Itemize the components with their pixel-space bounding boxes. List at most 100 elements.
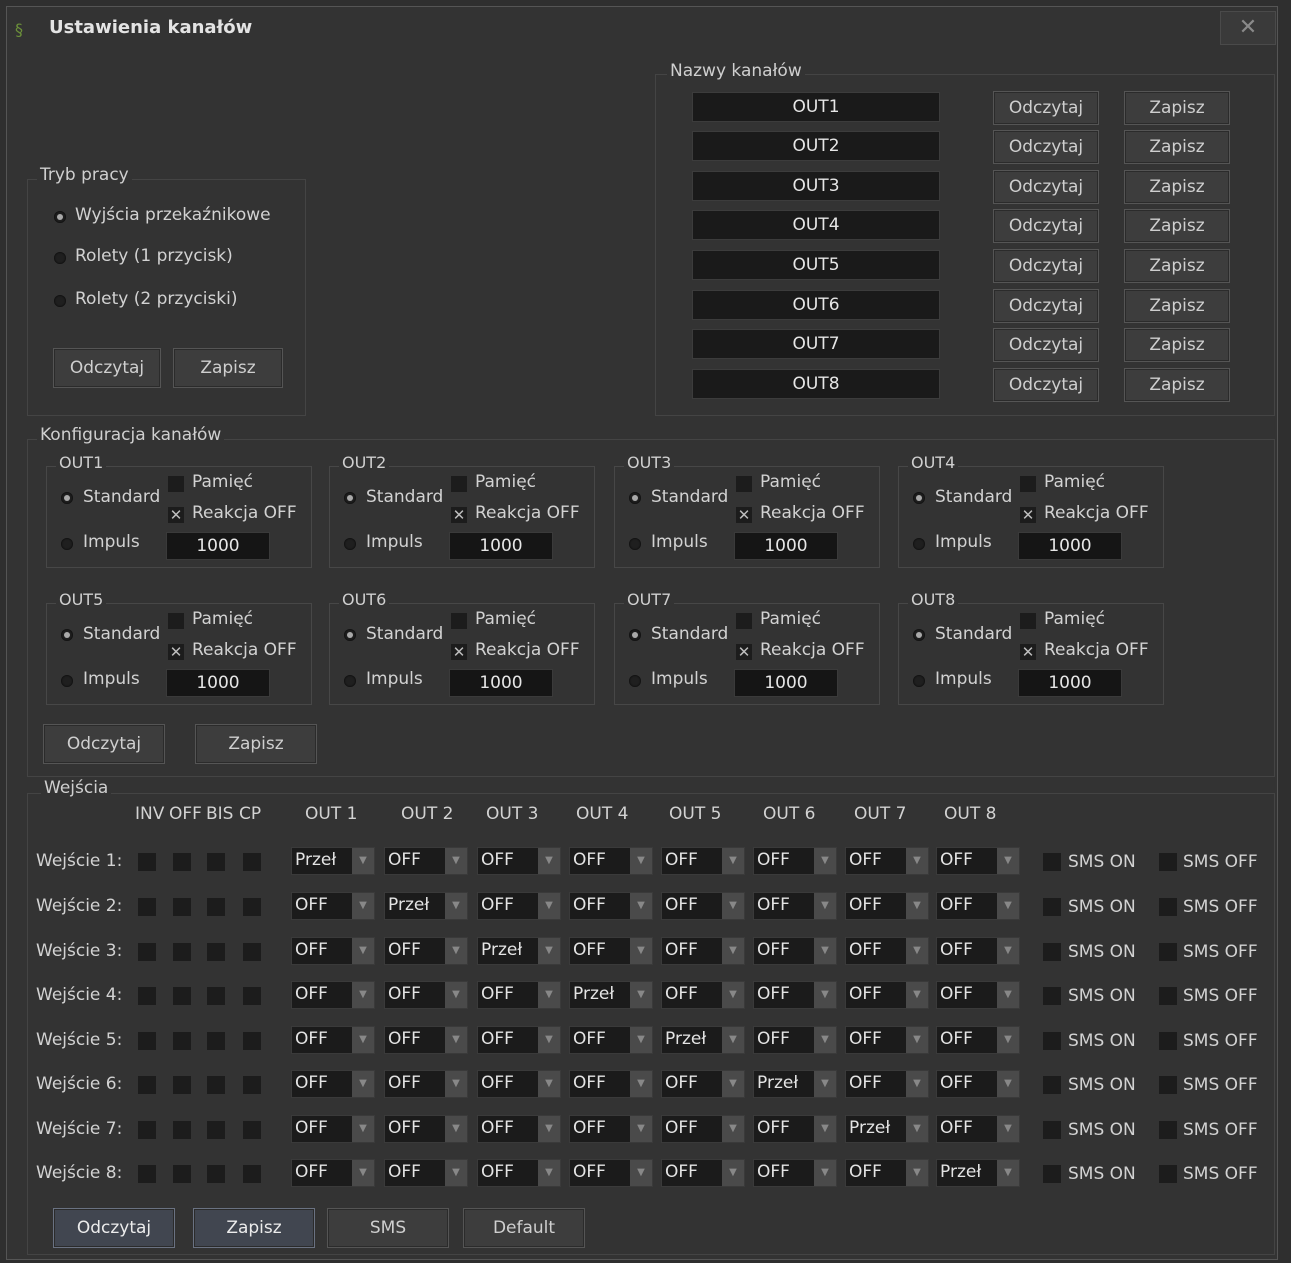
input-flag-checkbox[interactable] xyxy=(173,1076,191,1094)
standard-radio[interactable] xyxy=(61,492,73,504)
input-flag-checkbox[interactable] xyxy=(138,1121,156,1139)
output-action-select[interactable]: OFF ▼ xyxy=(845,1159,929,1187)
chevron-down-icon[interactable]: ▼ xyxy=(997,848,1019,874)
output-action-select[interactable]: OFF ▼ xyxy=(291,1070,375,1098)
chevron-down-icon[interactable]: ▼ xyxy=(630,938,652,964)
input-flag-checkbox[interactable] xyxy=(138,987,156,1005)
chevron-down-icon[interactable]: ▼ xyxy=(906,1071,928,1097)
sms-off-checkbox[interactable] xyxy=(1159,1076,1177,1094)
chevron-down-icon[interactable]: ▼ xyxy=(630,982,652,1008)
chevron-down-icon[interactable]: ▼ xyxy=(722,938,744,964)
chevron-down-icon[interactable]: ▼ xyxy=(538,848,560,874)
chevron-down-icon[interactable]: ▼ xyxy=(538,938,560,964)
output-action-select[interactable]: OFF ▼ xyxy=(569,1070,653,1098)
channel-name-input[interactable]: OUT6 xyxy=(692,290,940,320)
output-action-select[interactable]: OFF ▼ xyxy=(661,937,745,965)
channel-name-read-button[interactable]: Odczytaj xyxy=(993,130,1099,164)
chevron-down-icon[interactable]: ▼ xyxy=(722,893,744,919)
output-action-select[interactable]: OFF ▼ xyxy=(477,892,561,920)
channel-name-input[interactable]: OUT7 xyxy=(692,329,940,359)
chevron-down-icon[interactable]: ▼ xyxy=(814,1160,836,1186)
output-action-select[interactable]: OFF ▼ xyxy=(291,1115,375,1143)
input-flag-checkbox[interactable] xyxy=(243,1076,261,1094)
config-write-button[interactable]: Zapisz xyxy=(195,724,317,764)
channel-name-write-button[interactable]: Zapisz xyxy=(1124,130,1230,164)
impulse-time-input[interactable]: 1000 xyxy=(449,669,553,697)
output-action-select[interactable]: OFF ▼ xyxy=(384,1115,468,1143)
sms-on-checkbox[interactable] xyxy=(1043,1076,1061,1094)
chevron-down-icon[interactable]: ▼ xyxy=(538,982,560,1008)
chevron-down-icon[interactable]: ▼ xyxy=(997,1160,1019,1186)
output-action-select[interactable]: OFF ▼ xyxy=(477,1070,561,1098)
mode-read-button[interactable]: Odczytaj xyxy=(53,348,161,388)
chevron-down-icon[interactable]: ▼ xyxy=(352,848,374,874)
output-action-select[interactable]: OFF ▼ xyxy=(384,981,468,1009)
input-flag-checkbox[interactable] xyxy=(173,1032,191,1050)
chevron-down-icon[interactable]: ▼ xyxy=(445,1160,467,1186)
impulse-time-input[interactable]: 1000 xyxy=(166,669,270,697)
output-action-select[interactable]: OFF ▼ xyxy=(661,1159,745,1187)
channel-name-read-button[interactable]: Odczytaj xyxy=(993,289,1099,323)
chevron-down-icon[interactable]: ▼ xyxy=(538,1027,560,1053)
output-action-select[interactable]: OFF ▼ xyxy=(291,937,375,965)
reaction-off-checkbox[interactable]: ✕ xyxy=(451,644,467,660)
output-action-select[interactable]: OFF ▼ xyxy=(569,1115,653,1143)
output-action-select[interactable]: Przeł ▼ xyxy=(384,892,468,920)
impuls-radio[interactable] xyxy=(913,675,925,687)
chevron-down-icon[interactable]: ▼ xyxy=(352,1027,374,1053)
input-flag-checkbox[interactable] xyxy=(207,987,225,1005)
impulse-time-input[interactable]: 1000 xyxy=(734,532,838,560)
channel-name-write-button[interactable]: Zapisz xyxy=(1124,209,1230,243)
memory-checkbox[interactable] xyxy=(736,476,752,492)
chevron-down-icon[interactable]: ▼ xyxy=(352,1116,374,1142)
chevron-down-icon[interactable]: ▼ xyxy=(722,1116,744,1142)
output-action-select[interactable]: OFF ▼ xyxy=(384,1026,468,1054)
chevron-down-icon[interactable]: ▼ xyxy=(445,982,467,1008)
input-flag-checkbox[interactable] xyxy=(173,987,191,1005)
input-flag-checkbox[interactable] xyxy=(243,987,261,1005)
output-action-select[interactable]: OFF ▼ xyxy=(477,847,561,875)
output-action-select[interactable]: OFF ▼ xyxy=(936,981,1020,1009)
chevron-down-icon[interactable]: ▼ xyxy=(997,982,1019,1008)
chevron-down-icon[interactable]: ▼ xyxy=(814,1071,836,1097)
chevron-down-icon[interactable]: ▼ xyxy=(814,848,836,874)
output-action-select[interactable]: OFF ▼ xyxy=(661,892,745,920)
impuls-radio[interactable] xyxy=(61,675,73,687)
impuls-radio[interactable] xyxy=(344,538,356,550)
output-action-select[interactable]: OFF ▼ xyxy=(291,892,375,920)
memory-checkbox[interactable] xyxy=(1020,476,1036,492)
sms-on-checkbox[interactable] xyxy=(1043,1165,1061,1183)
output-action-select[interactable]: OFF ▼ xyxy=(845,981,929,1009)
output-action-select[interactable]: OFF ▼ xyxy=(845,847,929,875)
channel-name-write-button[interactable]: Zapisz xyxy=(1124,328,1230,362)
output-action-select[interactable]: OFF ▼ xyxy=(753,937,837,965)
output-action-select[interactable]: OFF ▼ xyxy=(936,1070,1020,1098)
memory-checkbox[interactable] xyxy=(451,476,467,492)
input-flag-checkbox[interactable] xyxy=(138,943,156,961)
chevron-down-icon[interactable]: ▼ xyxy=(630,1027,652,1053)
input-flag-checkbox[interactable] xyxy=(173,898,191,916)
chevron-down-icon[interactable]: ▼ xyxy=(906,1160,928,1186)
input-flag-checkbox[interactable] xyxy=(138,898,156,916)
chevron-down-icon[interactable]: ▼ xyxy=(906,893,928,919)
sms-on-checkbox[interactable] xyxy=(1043,987,1061,1005)
sms-on-checkbox[interactable] xyxy=(1043,898,1061,916)
chevron-down-icon[interactable]: ▼ xyxy=(814,938,836,964)
standard-radio[interactable] xyxy=(913,629,925,641)
reaction-off-checkbox[interactable]: ✕ xyxy=(168,507,184,523)
channel-name-input[interactable]: OUT2 xyxy=(692,131,940,161)
input-flag-checkbox[interactable] xyxy=(207,1076,225,1094)
chevron-down-icon[interactable]: ▼ xyxy=(814,1027,836,1053)
impuls-radio[interactable] xyxy=(61,538,73,550)
chevron-down-icon[interactable]: ▼ xyxy=(352,938,374,964)
output-action-select[interactable]: OFF ▼ xyxy=(936,1026,1020,1054)
reaction-off-checkbox[interactable]: ✕ xyxy=(168,644,184,660)
impulse-time-input[interactable]: 1000 xyxy=(734,669,838,697)
output-action-select[interactable]: OFF ▼ xyxy=(384,937,468,965)
output-action-select[interactable]: OFF ▼ xyxy=(936,892,1020,920)
input-flag-checkbox[interactable] xyxy=(243,1032,261,1050)
output-action-select[interactable]: OFF ▼ xyxy=(291,1159,375,1187)
output-action-select[interactable]: OFF ▼ xyxy=(661,1115,745,1143)
channel-name-read-button[interactable]: Odczytaj xyxy=(993,368,1099,402)
input-flag-checkbox[interactable] xyxy=(207,1032,225,1050)
